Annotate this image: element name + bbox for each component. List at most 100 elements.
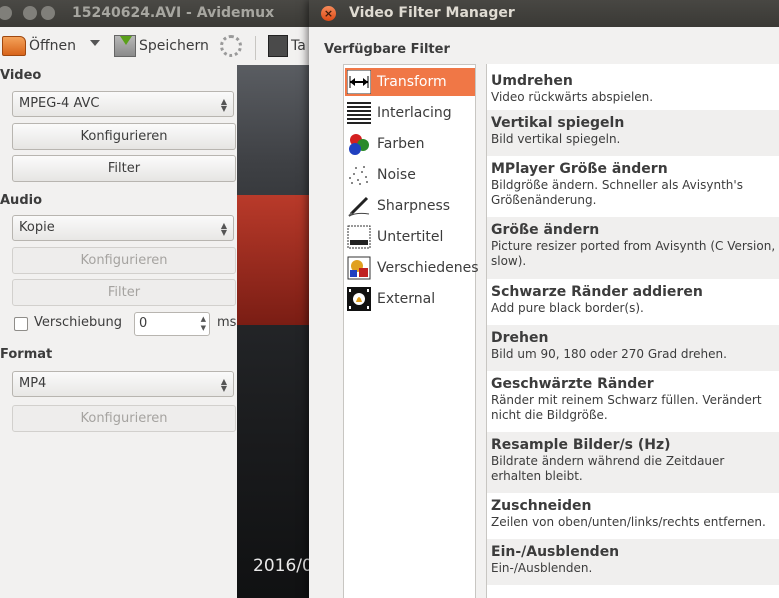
subtitle-icon: [347, 225, 371, 249]
filter-description: Bildrate ändern während die Zeitdauer er…: [491, 454, 725, 483]
filter-description: Video rückwärts abspielen.: [491, 90, 654, 104]
filter-item-resample-fps[interactable]: Resample Bilder/s (Hz) Bildrate ändern w…: [487, 432, 779, 493]
video-section-label: Video: [0, 68, 42, 83]
video-codec-value: MPEG-4 AVC: [19, 96, 100, 111]
gear-icon[interactable]: [220, 35, 242, 57]
video-filter-manager-dialog: × Video Filter Manager Verfügbare Filter…: [309, 0, 779, 598]
audio-shift-unit: ms: [217, 315, 237, 330]
dialog-close-button[interactable]: ×: [321, 6, 336, 21]
filter-name: Schwarze Ränder addieren: [491, 284, 703, 300]
toolbar-separator: [255, 36, 256, 60]
audio-codec-select[interactable]: Kopie ▲ ▼: [12, 215, 234, 241]
audio-section-label: Audio: [0, 193, 43, 208]
audio-shift-spinbox[interactable]: 0 ▲ ▼: [134, 312, 210, 336]
filter-item-crop[interactable]: Zuschneiden Zeilen von oben/unten/links/…: [487, 493, 779, 539]
open-dropdown-icon[interactable]: [90, 40, 100, 46]
filter-description: Ränder mit reinem Schwarz füllen. Veränd…: [491, 393, 762, 422]
audio-shift-value: 0: [139, 316, 148, 331]
audio-shift-row: Verschiebung 0 ▲ ▼ ms: [14, 312, 239, 336]
filter-item-blacken-borders[interactable]: Geschwärzte Ränder Ränder mit reinem Sch…: [487, 371, 779, 432]
save-label: Speichern: [139, 38, 209, 54]
interlacing-icon: [347, 101, 371, 125]
combo-arrows-icon: ▲ ▼: [220, 221, 227, 237]
filter-name: Umdrehen: [491, 73, 573, 89]
category-label: External: [377, 291, 436, 307]
video-configure-button[interactable]: Konfigurieren: [12, 123, 236, 150]
misc-icon: [347, 256, 371, 280]
combo-arrows-icon: ▲ ▼: [220, 97, 227, 113]
category-label: Verschiedenes: [377, 260, 479, 276]
filter-item-mplayer-resize[interactable]: MPlayer Größe ändern Bildgröße ändern. S…: [487, 156, 779, 217]
filter-category-list: Transform Interlacing Farben Noise Sharp…: [343, 64, 479, 598]
calculator-label: Ta: [291, 38, 306, 54]
dialog-title: Video Filter Manager: [349, 5, 515, 21]
format-container-value: MP4: [19, 376, 47, 391]
category-item-colors[interactable]: Farben: [345, 130, 475, 158]
filter-item-vertikal-spiegeln[interactable]: Vertikal spiegeln Bild vertikal spiegeln…: [487, 110, 779, 156]
filter-description: Picture resizer ported from Avisynth (C …: [491, 239, 776, 268]
open-label: Öffnen: [29, 38, 77, 54]
filter-name: Ein-/Ausblenden: [491, 544, 620, 560]
filter-item-umdrehen[interactable]: Umdrehen Video rückwärts abspielen.: [487, 68, 779, 110]
format-configure-button[interactable]: Konfigurieren: [12, 405, 236, 432]
video-timestamp: 2016/0: [253, 556, 313, 576]
filter-item-resize[interactable]: Größe ändern Picture resizer ported from…: [487, 217, 779, 279]
format-section-label: Format: [0, 347, 53, 362]
filter-item-rotate[interactable]: Drehen Bild um 90, 180 oder 270 Grad dre…: [487, 325, 779, 371]
category-item-subtitle[interactable]: Untertitel: [345, 223, 475, 251]
filter-name: Geschwärzte Ränder: [491, 376, 654, 392]
main-maximize-button[interactable]: [41, 6, 55, 20]
noise-icon: [347, 163, 371, 187]
filter-name: MPlayer Größe ändern: [491, 161, 668, 177]
category-label: Untertitel: [377, 229, 444, 245]
filter-name: Drehen: [491, 330, 549, 346]
audio-shift-checkbox[interactable]: [14, 317, 28, 331]
dialog-titlebar: × Video Filter Manager: [309, 0, 779, 27]
filter-description: Zeilen von oben/unten/links/rechts entfe…: [491, 515, 766, 529]
main-window-title: 15240624.AVI - Avidemux: [72, 5, 275, 21]
calculator-button[interactable]: Ta: [268, 33, 306, 59]
main-minimize-button[interactable]: [23, 6, 37, 20]
filter-description: Ein-/Ausblenden.: [491, 561, 593, 575]
category-item-interlacing[interactable]: Interlacing: [345, 99, 475, 127]
audio-filter-button[interactable]: Filter: [12, 279, 236, 306]
filter-description: Add pure black border(s).: [491, 301, 644, 315]
audio-configure-button[interactable]: Konfigurieren: [12, 247, 236, 274]
format-container-select[interactable]: MP4 ▲ ▼: [12, 371, 234, 397]
category-label: Sharpness: [377, 198, 451, 214]
filter-name: Größe ändern: [491, 222, 600, 238]
category-label: Farben: [377, 136, 425, 152]
category-item-noise[interactable]: Noise: [345, 161, 475, 189]
video-codec-select[interactable]: MPEG-4 AVC ▲ ▼: [12, 91, 234, 117]
filter-item-fade[interactable]: Ein-/Ausblenden Ein-/Ausblenden.: [487, 539, 779, 585]
category-item-sharpness[interactable]: Sharpness: [345, 192, 475, 220]
save-arrow-icon: [120, 36, 132, 45]
audio-codec-value: Kopie: [19, 220, 55, 235]
sharpness-icon: [347, 194, 371, 218]
open-button[interactable]: Öffnen: [2, 33, 76, 59]
audio-shift-label: Verschiebung: [34, 315, 122, 330]
filter-item-add-black-borders[interactable]: Schwarze Ränder addieren Add pure black …: [487, 279, 779, 325]
category-label: Interlacing: [377, 105, 452, 121]
filter-list: Umdrehen Video rückwärts abspielen. Vert…: [486, 64, 779, 598]
folder-icon: [2, 36, 26, 56]
filter-description: Bild um 90, 180 oder 270 Grad drehen.: [491, 347, 727, 361]
filter-description: Bildgröße ändern. Schneller als Avisynth…: [491, 178, 743, 207]
colors-icon: [347, 132, 371, 156]
calculator-icon: [268, 35, 288, 57]
combo-arrows-icon: ▲ ▼: [220, 377, 227, 393]
available-filters-label: Verfügbare Filter: [324, 42, 450, 57]
category-label: Transform: [377, 74, 447, 90]
filter-name: Zuschneiden: [491, 498, 592, 514]
filter-name: Vertikal spiegeln: [491, 115, 625, 131]
video-filter-button[interactable]: Filter: [12, 155, 236, 182]
category-item-external[interactable]: External: [345, 285, 475, 313]
transform-icon: [346, 69, 372, 95]
filter-description: Bild vertikal spiegeln.: [491, 132, 621, 146]
external-icon: [347, 287, 371, 311]
spin-arrows-icon[interactable]: ▲ ▼: [201, 315, 206, 333]
category-item-transform[interactable]: Transform: [345, 68, 475, 96]
main-close-button[interactable]: [0, 6, 12, 20]
category-label: Noise: [377, 167, 416, 183]
category-item-misc[interactable]: Verschiedenes: [345, 254, 479, 282]
